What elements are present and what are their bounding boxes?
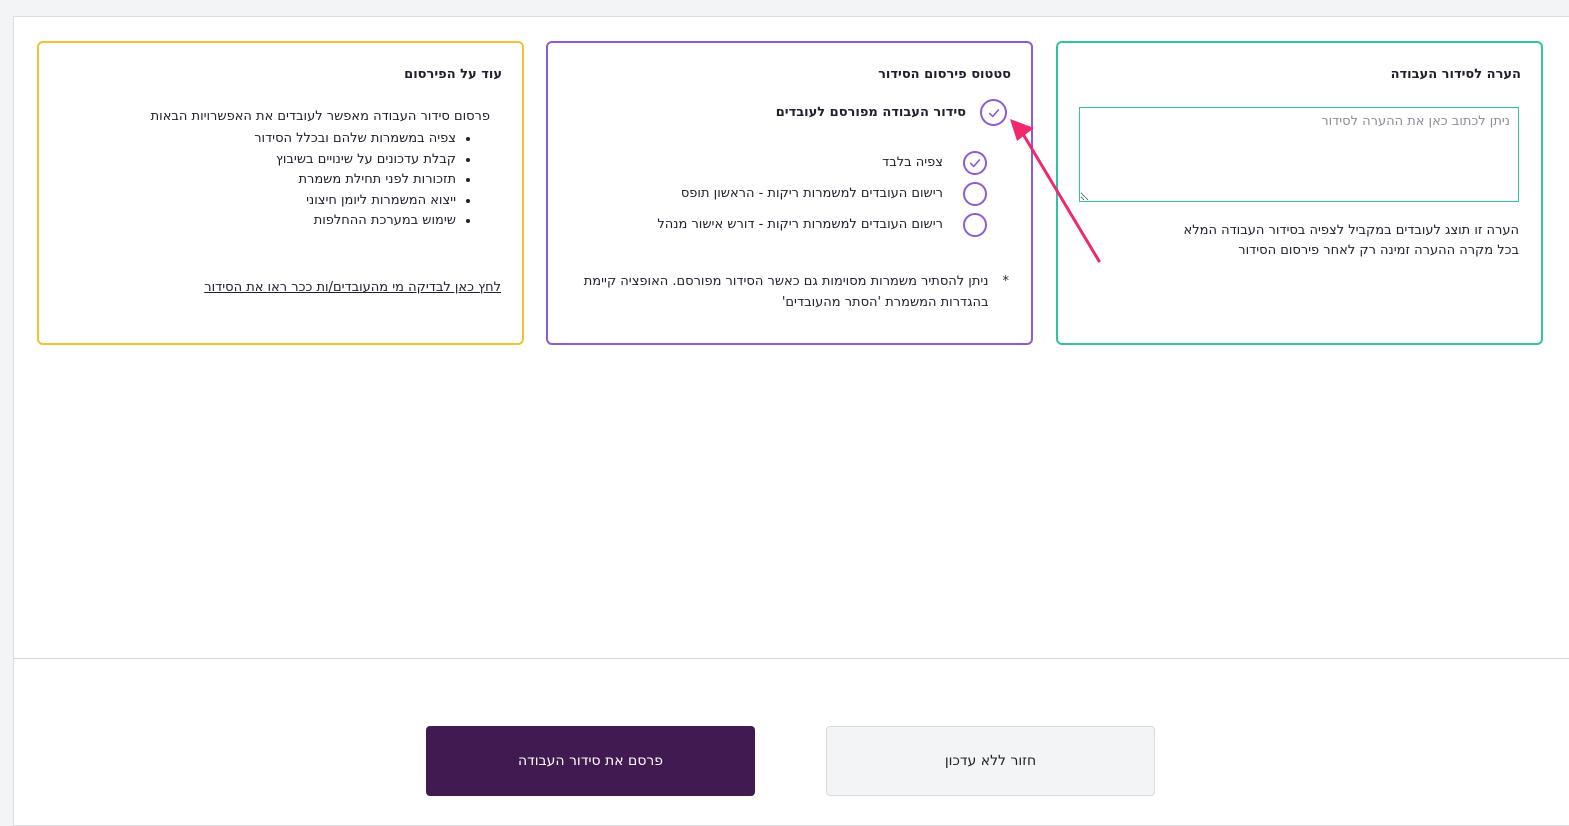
- radio-empty-icon: [963, 212, 987, 237]
- list-item: צפיה במשמרות שלהם ובכלל הסידור: [254, 129, 456, 150]
- option-label: רישום העובדים למשמרות ריקות - הראשון תופ…: [680, 186, 943, 201]
- radio-checked-icon: [963, 150, 987, 175]
- published-status-label: סידור העבודה מפורסם לעובדים: [775, 105, 966, 120]
- published-check-icon: [980, 99, 1007, 126]
- note-textarea[interactable]: [1079, 107, 1519, 202]
- status-card: סטטוס פירסום הסידור סידור העבודה מפורסם …: [546, 41, 1033, 345]
- list-item: שימוש במערכת ההחלפות: [254, 211, 456, 232]
- note-help-line-2: בכל מקרה ההערה זמינה רק לאחר פירסום הסיד…: [1238, 243, 1519, 258]
- list-item: תזכורות לפני תחילת משמרת: [254, 170, 456, 191]
- footnote-mark: *: [1002, 274, 1010, 289]
- more-intro: פרסום סידור העבודה מאפשר לעובדים את האפש…: [150, 109, 490, 124]
- footnote-line-1: ניתן להסתיר משמרות מסוימות גם כאשר הסידו…: [583, 274, 989, 289]
- option-view-only[interactable]: צפיה בלבד: [657, 147, 987, 178]
- seen-by-employees-link[interactable]: לחץ כאן לבדיקה מי מהעובדים/ות ככר ראו את…: [204, 280, 501, 295]
- note-card: הערה לסידור העבודה הערה זו תוצג לעובדים …: [1056, 41, 1543, 345]
- list-item: ייצוא המשמרות ליומן חיצוני: [254, 191, 456, 212]
- back-without-update-button[interactable]: חזור ללא עדכון: [826, 726, 1155, 796]
- note-help-text: הערה זו תוצג לעובדים במקביל לצפיה בסידור…: [1079, 221, 1519, 261]
- option-first-come[interactable]: רישום העובדים למשמרות ריקות - הראשון תופ…: [657, 178, 987, 209]
- publish-schedule-button[interactable]: פרסם את סידור העבודה: [426, 726, 755, 796]
- publish-mode-options: צפיה בלבד רישום העובדים למשמרות ריקות - …: [657, 147, 987, 240]
- status-card-title: סטטוס פירסום הסידור: [878, 67, 1011, 82]
- status-footnote: * ניתן להסתיר משמרות מסוימות גם כאשר הסי…: [569, 271, 1009, 313]
- radio-empty-icon: [963, 181, 987, 206]
- list-item: קבלת עדכונים על שינויים בשיבוץ: [254, 150, 456, 171]
- option-label: צפיה בלבד: [882, 155, 943, 170]
- features-list: צפיה במשמרות שלהם ובכלל הסידור קבלת עדכו…: [254, 129, 456, 232]
- more-card-title: עוד על הפירסום: [404, 67, 502, 82]
- option-label: רישום העובדים למשמרות ריקות - דורש אישור…: [657, 217, 943, 232]
- note-help-line-1: הערה זו תוצג לעובדים במקביל לצפיה בסידור…: [1183, 223, 1519, 238]
- option-manager-approval[interactable]: רישום העובדים למשמרות ריקות - דורש אישור…: [657, 209, 987, 240]
- published-toggle[interactable]: סידור העבודה מפורסם לעובדים: [776, 99, 1007, 126]
- more-info-card: עוד על הפירסום פרסום סידור העבודה מאפשר …: [37, 41, 524, 345]
- publish-panel: הערה לסידור העבודה הערה זו תוצג לעובדים …: [13, 16, 1569, 826]
- footnote-line-2: בהגדרות המשמרת 'הסתר מהעובדים': [781, 295, 989, 310]
- note-card-title: הערה לסידור העבודה: [1390, 67, 1521, 82]
- footer-divider: [14, 658, 1569, 659]
